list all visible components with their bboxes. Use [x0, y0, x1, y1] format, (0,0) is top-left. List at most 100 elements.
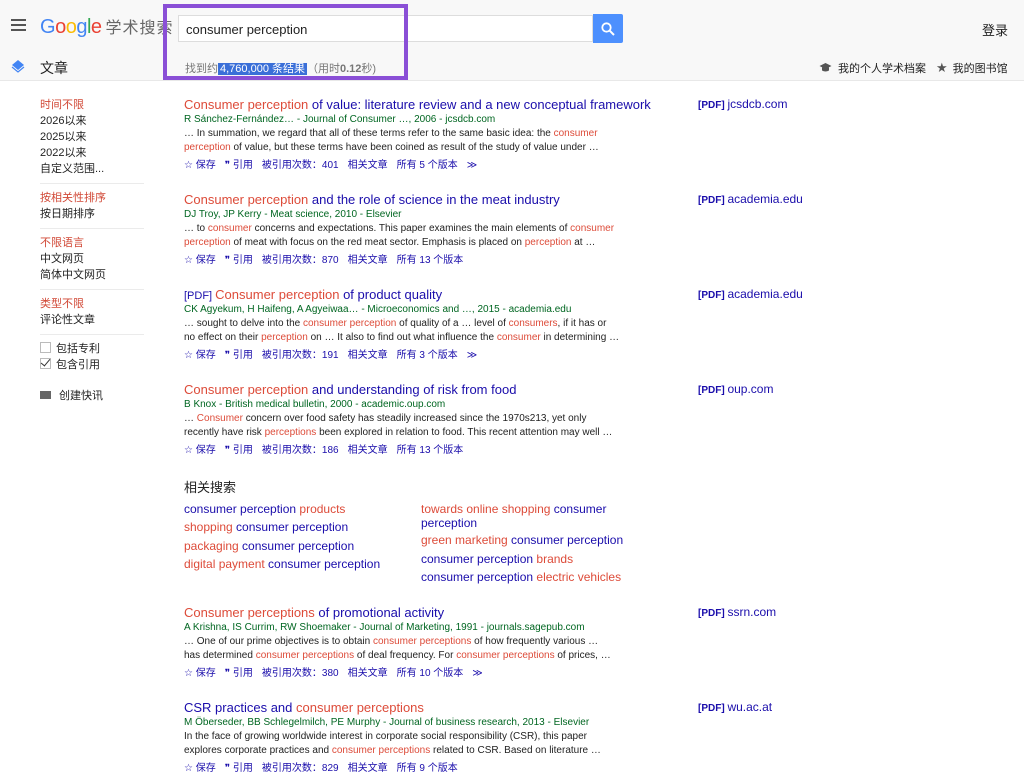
more-icon[interactable]: ≫ [467, 160, 477, 171]
result-authors: M Öberseder, BB Schlegelmilch, PE Murphy… [184, 717, 590, 728]
result-title[interactable]: Consumer perception and understanding of… [184, 382, 684, 397]
all-versions-link[interactable]: 所有 5 个版本 [397, 160, 458, 171]
all-versions-link[interactable]: 所有 13 个版本 [397, 445, 464, 456]
section-articles[interactable]: 文章 [40, 58, 68, 78]
result-actions: ☆ 保存 ❞ 引用 被引用次数：186 相关文章 所有 13 个版本 [184, 441, 684, 456]
result-snippet: … One of our prime objectives is to obta… [184, 636, 611, 661]
related-search-link[interactable]: green marketing consumer perception [421, 533, 623, 547]
search-icon [601, 22, 615, 36]
create-alert-link[interactable]: 创建快讯 [40, 388, 150, 404]
result-actions: ☆ 保存 ❞ 引用 被引用次数：401 相关文章 所有 5 个版本 ≫ [184, 156, 684, 171]
result-title[interactable]: Consumer perceptions of promotional acti… [184, 605, 684, 620]
cite-button[interactable]: ❞ 引用 [225, 445, 253, 456]
login-link[interactable]: 登录 [982, 20, 1008, 39]
filter-since-2025[interactable]: 2025以来 [40, 129, 150, 145]
pdf-link[interactable]: [PDF] ssrn.com [698, 605, 776, 619]
sort-relevance[interactable]: 按相关性排序 [40, 190, 150, 206]
more-icon[interactable]: ≫ [467, 350, 477, 361]
related-articles-link[interactable]: 相关文章 [348, 763, 388, 774]
more-icon[interactable]: ≫ [472, 668, 482, 679]
divider [40, 334, 144, 335]
result-authors: B Knox - British medical bulletin, 2000 … [184, 399, 446, 410]
result-title[interactable]: [PDF] Consumer perception of product qua… [184, 287, 684, 302]
result-snippet: … sought to delve into the consumer perc… [184, 318, 620, 343]
divider [40, 228, 144, 229]
cited-by-link[interactable]: 被引用次数：191 [262, 350, 339, 361]
related-search-link[interactable]: shopping consumer perception [184, 520, 348, 534]
result-title[interactable]: Consumer perception of value: literature… [184, 97, 684, 112]
checkbox-icon [40, 342, 51, 353]
related-search-link[interactable]: packaging consumer perception [184, 539, 354, 553]
all-versions-link[interactable]: 所有 9 个版本 [397, 763, 458, 774]
include-patents-checkbox[interactable]: 包括专利 [40, 341, 150, 357]
result-authors: DJ Troy, JP Kerry - Meat science, 2010 -… [184, 209, 402, 220]
cite-button[interactable]: ❞ 引用 [225, 350, 253, 361]
pdf-link[interactable]: [PDF] oup.com [698, 382, 773, 396]
search-result: Consumer perceptions of promotional acti… [184, 605, 684, 679]
related-articles-link[interactable]: 相关文章 [348, 445, 388, 456]
save-button[interactable]: ☆ 保存 [184, 763, 216, 774]
cited-by-link[interactable]: 被引用次数：380 [262, 668, 339, 679]
lang-simplified-chinese[interactable]: 简体中文网页 [40, 267, 150, 283]
cite-button[interactable]: ❞ 引用 [225, 763, 253, 774]
cited-by-link[interactable]: 被引用次数：401 [262, 160, 339, 171]
result-title[interactable]: CSR practices and consumer perceptions [184, 700, 684, 715]
cite-button[interactable]: ❞ 引用 [225, 668, 253, 679]
pdf-link[interactable]: [PDF] jcsdcb.com [698, 97, 787, 111]
related-articles-link[interactable]: 相关文章 [348, 160, 388, 171]
related-articles-link[interactable]: 相关文章 [348, 255, 388, 266]
type-any[interactable]: 类型不限 [40, 296, 150, 312]
cited-by-link[interactable]: 被引用次数：870 [262, 255, 339, 266]
filter-since-2026[interactable]: 2026以来 [40, 113, 150, 129]
cited-by-link[interactable]: 被引用次数：829 [262, 763, 339, 774]
save-button[interactable]: ☆ 保存 [184, 160, 216, 171]
related-search-link[interactable]: digital payment consumer perception [184, 557, 380, 571]
search-result: Consumer perception and understanding of… [184, 382, 684, 456]
all-versions-link[interactable]: 所有 13 个版本 [397, 255, 464, 266]
include-citations-checkbox[interactable]: 包含引用 [40, 357, 150, 373]
lang-chinese[interactable]: 中文网页 [40, 251, 150, 267]
related-articles-link[interactable]: 相关文章 [348, 668, 388, 679]
result-title[interactable]: Consumer perception and the role of scie… [184, 192, 684, 207]
save-button[interactable]: ☆ 保存 [184, 255, 216, 266]
cited-by-link[interactable]: 被引用次数：186 [262, 445, 339, 456]
result-snippet: … to consumer concerns and expectations.… [184, 223, 615, 248]
divider [40, 289, 144, 290]
result-authors: A Krishna, IS Currim, RW Shoemaker - Jou… [184, 622, 585, 633]
related-search-link[interactable]: consumer perception electric vehicles [421, 570, 621, 584]
result-actions: ☆ 保存 ❞ 引用 被引用次数：870 相关文章 所有 13 个版本 [184, 251, 684, 266]
related-articles-link[interactable]: 相关文章 [348, 350, 388, 361]
my-library-link[interactable]: ★ 我的图书馆 [936, 60, 1008, 76]
related-search-link[interactable]: consumer perception products [184, 502, 345, 516]
cite-button[interactable]: ❞ 引用 [225, 255, 253, 266]
all-versions-link[interactable]: 所有 3 个版本 [397, 350, 458, 361]
my-profile-link[interactable]: 我的个人学术档案 [819, 60, 926, 76]
save-button[interactable]: ☆ 保存 [184, 350, 216, 361]
pdf-link[interactable]: [PDF] academia.edu [698, 192, 803, 206]
result-actions: ☆ 保存 ❞ 引用 被引用次数：829 相关文章 所有 9 个版本 [184, 759, 684, 774]
filter-time-any[interactable]: 时间不限 [40, 97, 150, 113]
filter-sidebar: 时间不限 2026以来 2025以来 2022以来 自定义范围... 按相关性排… [40, 97, 150, 404]
save-button[interactable]: ☆ 保存 [184, 668, 216, 679]
pdf-link[interactable]: [PDF] wu.ac.at [698, 700, 772, 714]
scholar-logo[interactable]: Google 学术搜索 [40, 14, 174, 39]
filter-since-2022[interactable]: 2022以来 [40, 145, 150, 161]
pdf-link[interactable]: [PDF] academia.edu [698, 287, 803, 301]
save-button[interactable]: ☆ 保存 [184, 445, 216, 456]
envelope-icon [40, 391, 51, 399]
related-search-link[interactable]: towards online shopping consumer percept… [421, 502, 611, 530]
result-actions: ☆ 保存 ❞ 引用 被引用次数：191 相关文章 所有 3 个版本 ≫ [184, 346, 684, 361]
search-button[interactable] [593, 14, 623, 43]
type-review[interactable]: 评论性文章 [40, 312, 150, 328]
search-result: [PDF] Consumer perception of product qua… [184, 287, 684, 361]
menu-icon[interactable] [11, 19, 26, 31]
all-versions-link[interactable]: 所有 10 个版本 [397, 668, 464, 679]
related-search-link[interactable]: consumer perception brands [421, 552, 573, 566]
star-icon: ★ [936, 60, 948, 75]
cite-button[interactable]: ❞ 引用 [225, 160, 253, 171]
lang-any[interactable]: 不限语言 [40, 235, 150, 251]
search-result: Consumer perception of value: literature… [184, 97, 684, 171]
sort-date[interactable]: 按日期排序 [40, 206, 150, 222]
search-result: CSR practices and consumer perceptions M … [184, 700, 684, 774]
filter-custom-range[interactable]: 自定义范围... [40, 161, 150, 177]
